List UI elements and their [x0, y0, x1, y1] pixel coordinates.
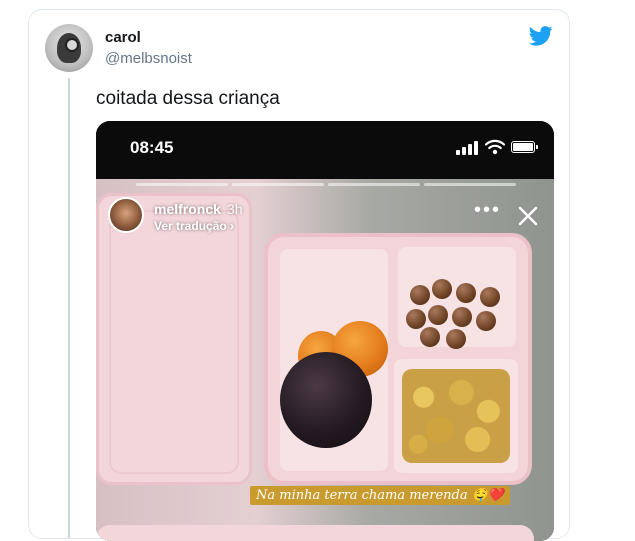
status-time: 08:45 — [130, 138, 174, 157]
story-avatar — [108, 197, 144, 233]
tweet-card[interactable]: carol @melbsnoist coitada dessa criança … — [28, 9, 570, 541]
story-progress-bar — [136, 183, 516, 186]
compartment-bottom-right — [394, 359, 518, 473]
hazelnut — [480, 287, 500, 307]
signal-icon — [456, 141, 480, 155]
hazelnut — [410, 285, 430, 305]
hazelnut — [420, 327, 440, 347]
tweet-text: coitada dessa criança — [96, 88, 280, 109]
lid-inner-rim — [109, 210, 239, 474]
hazelnut — [446, 329, 466, 349]
battery-icon — [511, 141, 538, 153]
hazelnut — [406, 309, 426, 329]
lunchbox — [264, 233, 532, 485]
avatar[interactable] — [45, 24, 93, 72]
phone-status-bar: 08:45 — [96, 121, 554, 179]
compartment-left — [280, 249, 388, 471]
user-handle[interactable]: @melbsnoist — [105, 50, 192, 67]
hazelnut — [456, 283, 476, 303]
compartment-top-right — [398, 247, 516, 349]
cornflakes — [402, 369, 510, 463]
story-caption: Na minha terra chama merenda 🤤❤️ — [250, 486, 511, 505]
hazelnut — [452, 307, 472, 327]
tweet-media-image[interactable]: 08:45 melfronck 3h Ver tradução › ••• Na… — [96, 121, 554, 541]
more-icon: ••• — [474, 199, 502, 221]
story-age: 3h — [226, 201, 243, 217]
close-icon — [518, 206, 538, 226]
display-name[interactable]: carol — [105, 29, 141, 46]
plum — [280, 352, 372, 448]
second-lunchbox — [96, 525, 534, 541]
story-username: melfronck 3h — [154, 201, 243, 217]
hazelnut — [428, 305, 448, 325]
hazelnut — [432, 279, 452, 299]
thread-line — [68, 78, 70, 538]
wifi-icon — [485, 139, 505, 155]
twitter-bird-icon — [529, 26, 553, 46]
hazelnut — [476, 311, 496, 331]
story-translate-link: Ver tradução › — [154, 219, 235, 233]
avatar-magnifier-image — [65, 38, 79, 52]
lunchbox-lid — [96, 193, 252, 485]
